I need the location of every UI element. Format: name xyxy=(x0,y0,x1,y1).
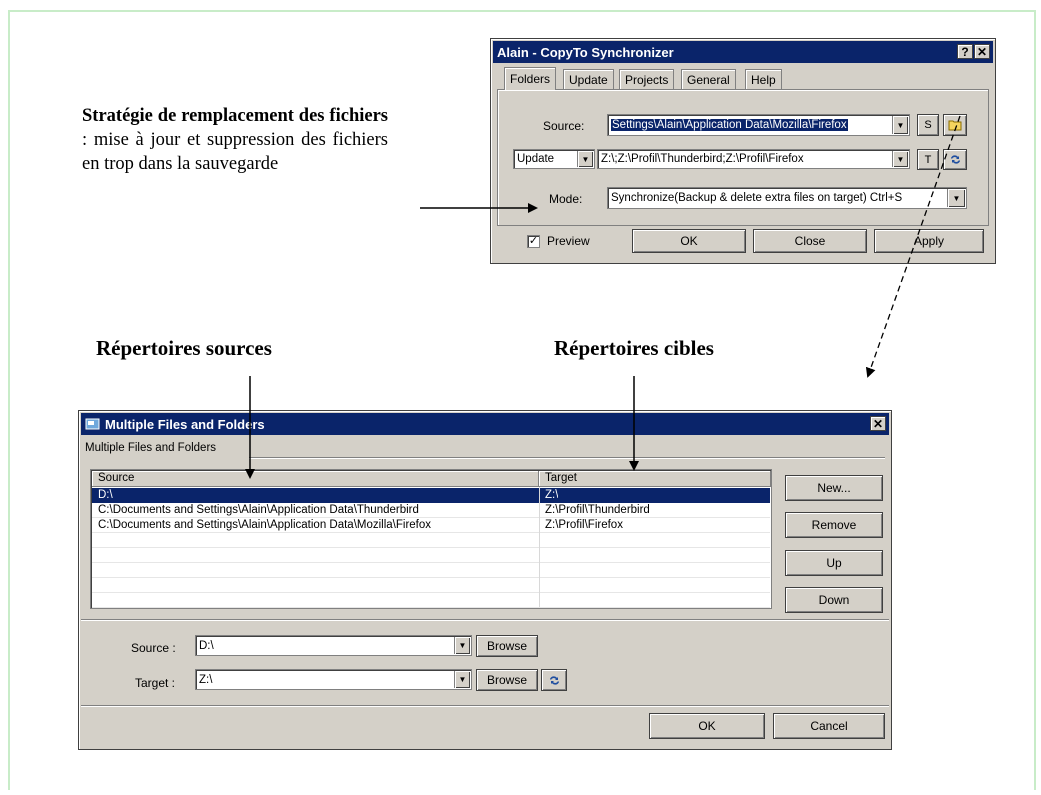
ok-button[interactable]: OK xyxy=(649,713,765,739)
cancel-button[interactable]: Cancel xyxy=(773,713,885,739)
column-separator xyxy=(539,487,540,607)
ok-button[interactable]: OK xyxy=(632,229,746,253)
up-button[interactable]: Up xyxy=(785,550,883,576)
footer-divider xyxy=(81,705,889,707)
refresh-button[interactable] xyxy=(943,149,967,170)
new-button[interactable]: New... xyxy=(785,475,883,501)
row-source: C:\Documents and Settings\Alain\Applicat… xyxy=(98,519,432,531)
tab-projects[interactable]: Projects xyxy=(619,69,675,89)
refresh-icon xyxy=(549,675,559,685)
chevron-down-icon[interactable]: ▼ xyxy=(947,189,965,207)
chevron-down-icon[interactable]: ▼ xyxy=(454,671,470,688)
target-combo-value: Z:\ xyxy=(199,673,213,686)
targets-combo-value: Z:\;Z:\Profil\Thunderbird;Z:\Profil\Fire… xyxy=(601,153,804,165)
table-row-empty[interactable] xyxy=(92,563,770,578)
source-label: Source: xyxy=(543,119,585,133)
preview-label: Preview xyxy=(547,234,590,248)
source-combo[interactable]: D:\ ▼ xyxy=(195,635,472,656)
sync-dialog-title: Alain - CopyTo Synchronizer xyxy=(497,44,674,60)
group-divider xyxy=(249,457,885,459)
apply-button[interactable]: Apply xyxy=(874,229,984,253)
update-select[interactable]: Update ▼ xyxy=(513,149,595,169)
close-button[interactable]: Close xyxy=(753,229,867,253)
row-source: D:\ xyxy=(98,489,113,501)
row-target: Z:\ xyxy=(545,489,559,501)
table-row-empty[interactable] xyxy=(92,593,770,608)
down-button[interactable]: Down xyxy=(785,587,883,613)
section-divider xyxy=(81,619,889,621)
mode-combo-value: Synchronize(Backup & delete extra files … xyxy=(611,192,903,204)
chevron-down-icon[interactable]: ▼ xyxy=(454,637,470,654)
table-row-empty[interactable] xyxy=(92,578,770,593)
browse-folder-button[interactable] xyxy=(943,114,967,136)
table-row[interactable]: D:\ Z:\ xyxy=(92,488,770,503)
close-title-button[interactable]: ✕ xyxy=(974,44,990,59)
column-header-source[interactable]: Source xyxy=(92,471,539,487)
multi-dialog-titlebar: Multiple Files and Folders ✕ xyxy=(81,413,889,435)
mode-combo[interactable]: Synchronize(Backup & delete extra files … xyxy=(607,187,967,209)
annotation-strategy: Stratégie de remplacement des fichiers :… xyxy=(82,106,388,174)
source-combo-value: Settings\Alain\Application Data\Mozilla\… xyxy=(611,119,848,131)
target-browse-button[interactable]: Browse xyxy=(476,669,538,691)
app-window-icon xyxy=(85,418,100,430)
multi-dialog: Multiple Files and Folders ✕ Multiple Fi… xyxy=(78,410,892,750)
tab-general[interactable]: General xyxy=(681,69,736,89)
annotation-sources-heading: Répertoires sources xyxy=(96,336,272,360)
chevron-down-icon[interactable]: ▼ xyxy=(892,151,908,167)
t-button[interactable]: T xyxy=(917,149,939,170)
sync-dialog: Alain - CopyTo Synchronizer ? ✕ Folders … xyxy=(490,38,996,264)
source-combo-value: D:\ xyxy=(199,639,214,652)
tab-help[interactable]: Help xyxy=(745,69,782,89)
chevron-down-icon[interactable]: ▼ xyxy=(577,151,593,167)
close-title-button[interactable]: ✕ xyxy=(870,416,886,431)
row-source: C:\Documents and Settings\Alain\Applicat… xyxy=(98,504,419,516)
column-header-target[interactable]: Target xyxy=(539,471,771,487)
preview-checkbox[interactable]: ✓ xyxy=(527,235,540,248)
refresh-icon xyxy=(950,155,960,164)
table-row-empty[interactable] xyxy=(92,533,770,548)
group-label: Multiple Files and Folders xyxy=(85,442,217,454)
table-row[interactable]: C:\Documents and Settings\Alain\Applicat… xyxy=(92,518,770,533)
mode-label: Mode: xyxy=(549,192,583,206)
row-target: Z:\Profil\Firefox xyxy=(545,519,623,531)
folder-icon xyxy=(948,120,962,131)
tab-folders[interactable]: Folders xyxy=(504,67,557,90)
sync-dialog-titlebar: Alain - CopyTo Synchronizer ? ✕ xyxy=(493,41,993,63)
source-combo[interactable]: Settings\Alain\Application Data\Mozilla\… xyxy=(607,114,910,136)
target-refresh-button[interactable] xyxy=(541,669,567,691)
file-list[interactable]: Source Target D:\ Z:\ C:\Documents and S… xyxy=(90,469,772,609)
source-label: Source : xyxy=(131,641,176,655)
update-select-value: Update xyxy=(517,153,555,165)
targets-combo[interactable]: Z:\;Z:\Profil\Thunderbird;Z:\Profil\Fire… xyxy=(597,149,910,169)
chevron-down-icon[interactable]: ▼ xyxy=(892,116,908,134)
annotation-targets-heading: Répertoires cibles xyxy=(554,336,714,360)
remove-button[interactable]: Remove xyxy=(785,512,883,538)
multi-dialog-title: Multiple Files and Folders xyxy=(105,416,265,432)
target-combo[interactable]: Z:\ ▼ xyxy=(195,669,472,690)
table-row-empty[interactable] xyxy=(92,548,770,563)
table-row[interactable]: C:\Documents and Settings\Alain\Applicat… xyxy=(92,503,770,518)
tab-update[interactable]: Update xyxy=(563,69,614,89)
source-browse-button[interactable]: Browse xyxy=(476,635,538,657)
help-title-button[interactable]: ? xyxy=(957,44,973,59)
row-target: Z:\Profil\Thunderbird xyxy=(545,504,650,516)
target-label: Target : xyxy=(135,676,176,690)
s-button[interactable]: S xyxy=(917,114,939,136)
